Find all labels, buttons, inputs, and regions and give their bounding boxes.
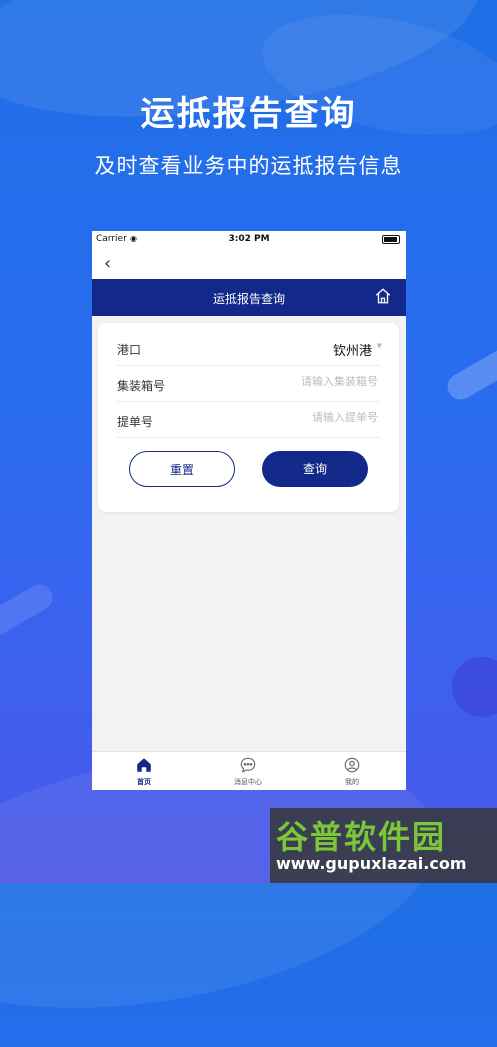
container-input[interactable] [236, 374, 380, 389]
watermark-url: www.gupuxlazai.com [276, 854, 467, 873]
title-bar: 运抵报告查询 [92, 279, 406, 316]
status-time: 3:02 PM [228, 234, 270, 244]
hero-subtitle: 及时查看业务中的运抵报告信息 [94, 154, 403, 178]
home-icon[interactable] [374, 287, 392, 309]
message-icon [240, 757, 256, 773]
port-select[interactable]: 钦州港 [333, 340, 372, 359]
decorative-pill [0, 579, 58, 643]
query-button[interactable]: 查询 [262, 451, 368, 487]
tab-home[interactable]: 首页 [92, 756, 196, 787]
tab-home-label: 首页 [137, 778, 151, 786]
tab-messages-label: 消息中心 [234, 778, 262, 786]
chevron-down-icon: ▼ [376, 342, 382, 350]
watermark-brand: 谷普软件园 [276, 818, 447, 856]
bill-input[interactable] [236, 410, 380, 425]
query-form-card: 港口 钦州港 ▼ 集装箱号 提单号 重置 查询 [98, 323, 399, 512]
tab-messages[interactable]: 消息中心 [196, 756, 300, 787]
home-icon [137, 758, 151, 772]
back-icon[interactable]: ‹ [104, 253, 111, 274]
port-label: 港口 [117, 343, 142, 357]
tab-profile-label: 我的 [345, 778, 359, 786]
container-row: 集装箱号 [117, 365, 380, 402]
container-label: 集装箱号 [117, 379, 166, 393]
bill-label: 提单号 [117, 415, 154, 429]
decorative-circle [452, 657, 497, 717]
status-bar: Carrier ◉ 3:02 PM [92, 231, 406, 247]
nav-bar: ‹ [92, 247, 406, 279]
bill-row: 提单号 [117, 401, 380, 438]
reset-button[interactable]: 重置 [129, 451, 235, 487]
tab-profile[interactable]: 我的 [300, 756, 404, 787]
hero-title: 运抵报告查询 [140, 94, 357, 134]
profile-icon [344, 757, 360, 773]
phone-screen: Carrier ◉ 3:02 PM ‹ 运抵报告查询 港口 钦州港 ▼ 集装箱号… [92, 231, 406, 790]
port-row[interactable]: 港口 钦州港 ▼ [117, 329, 382, 366]
page-title: 运抵报告查询 [212, 292, 285, 306]
battery-icon [382, 235, 400, 244]
tab-bar: 首页 消息中心 我的 [92, 751, 406, 790]
decorative-pill [442, 341, 497, 405]
watermark: 谷普软件园 www.gupuxlazai.com [270, 808, 497, 883]
